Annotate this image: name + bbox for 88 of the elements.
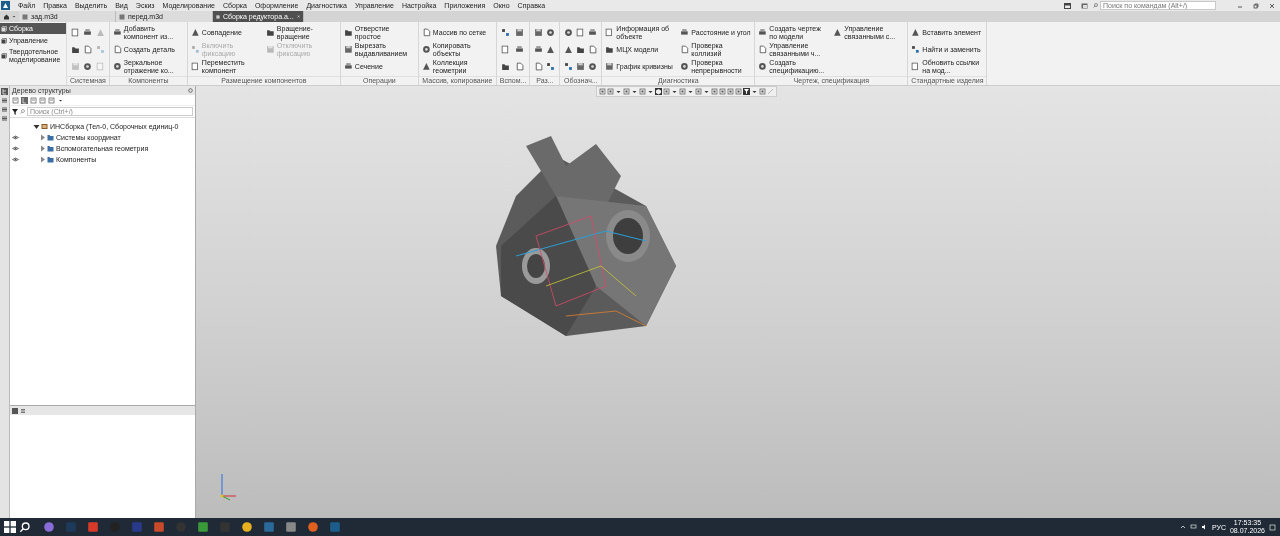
settings-icon[interactable] [188,88,193,93]
tool-icon [758,28,768,37]
app-icon[interactable] [43,521,55,533]
tool-icon [911,62,921,71]
windows-start-icon[interactable] [4,521,16,533]
toolbar-icon-button[interactable] [70,44,81,55]
app-icon[interactable] [87,521,99,533]
caret-icon[interactable] [647,88,654,95]
home-icon[interactable] [3,13,10,20]
tool-icon [680,28,690,37]
list-icon[interactable] [1,115,8,122]
app-icon[interactable] [153,521,165,533]
app-icon[interactable] [197,521,209,533]
volume-icon[interactable] [1200,524,1208,530]
restore-icon[interactable] [1253,2,1259,9]
window-layout-icon[interactable] [1064,2,1071,9]
layers-icon[interactable] [1,97,8,104]
cube-icon [1,37,7,44]
shaded-cube-icon[interactable] [655,88,662,95]
eye-icon[interactable] [11,146,19,151]
search-icon[interactable] [19,521,31,533]
filter-icon[interactable] [743,88,750,95]
toolbar-icon-button[interactable] [82,61,94,72]
document-icon [216,13,220,20]
search-icon [20,109,25,114]
eye-icon[interactable] [11,157,19,162]
app-icon[interactable] [241,521,253,533]
toolbar-icon-button[interactable] [82,27,94,38]
toolbar-icon-button[interactable] [587,27,599,38]
network-icon[interactable] [1189,524,1197,530]
caret-icon[interactable] [687,88,694,95]
tool-icon [343,62,353,71]
caret-icon[interactable] [615,88,622,95]
toolbar-icon-button[interactable] [575,61,587,72]
toolbar-icon-button[interactable] [545,61,557,72]
notification-icon[interactable] [1269,523,1276,531]
tool-icon [265,28,275,37]
tool-icon [265,45,275,54]
collapsed-arrow-icon[interactable] [39,145,46,152]
tool-icon [343,28,353,37]
tool-icon [911,28,921,37]
toolbar-icon-button[interactable] [587,61,599,72]
app-icon[interactable] [285,521,297,533]
toolbar-icon-button[interactable] [545,27,557,38]
document-icon [22,13,28,20]
toolbar-icon-button[interactable] [575,44,587,55]
toolbar-icon-button[interactable] [563,27,575,38]
assembly-icon [41,123,48,130]
collapsed-arrow-icon[interactable] [39,134,46,141]
toolbar-icon-button[interactable] [499,27,511,38]
tool-icon [190,28,200,37]
structure-icon[interactable] [21,96,28,104]
tool-icon [343,45,353,54]
toolbar-icon-button[interactable] [563,61,575,72]
toolbar-icon-button[interactable] [563,44,575,55]
search-icon [1093,3,1098,8]
tool-icon [112,28,122,37]
toolbar-icon-button[interactable] [513,44,525,55]
expanded-arrow-icon[interactable] [33,123,40,130]
properties-icon[interactable] [12,407,18,414]
tool-icon [833,28,843,37]
app-logo-icon [1,1,10,10]
toolbar-icon-button[interactable] [545,44,557,55]
caret-icon[interactable] [671,88,678,95]
toolbar-icon-button[interactable] [70,27,81,38]
list-icon[interactable] [20,407,26,414]
toolbar-icon-button[interactable] [499,61,511,72]
tree-icon[interactable] [1,88,8,95]
toolbar-icon-button[interactable] [499,44,511,55]
cube-icon [1,25,7,32]
tool-icon [911,45,921,54]
filter-icon[interactable] [12,108,18,115]
tool-icon [190,62,200,71]
cube-icon [1,53,7,59]
panel-icon[interactable] [1081,2,1088,9]
document-icon [119,13,125,20]
tool-icon [605,62,615,71]
eye-icon[interactable] [11,135,19,140]
toolbar-icon-button[interactable] [513,27,525,38]
toolbar-icon-button[interactable] [533,44,545,55]
close-icon[interactable] [1269,2,1275,9]
caret-icon[interactable] [631,88,638,95]
collapsed-arrow-icon[interactable] [39,156,46,163]
toolbar-icon-button[interactable] [533,27,545,38]
caret-icon[interactable] [751,88,758,95]
tool-icon [190,45,200,54]
app-icon[interactable] [307,521,319,533]
caret-icon[interactable] [703,88,710,95]
